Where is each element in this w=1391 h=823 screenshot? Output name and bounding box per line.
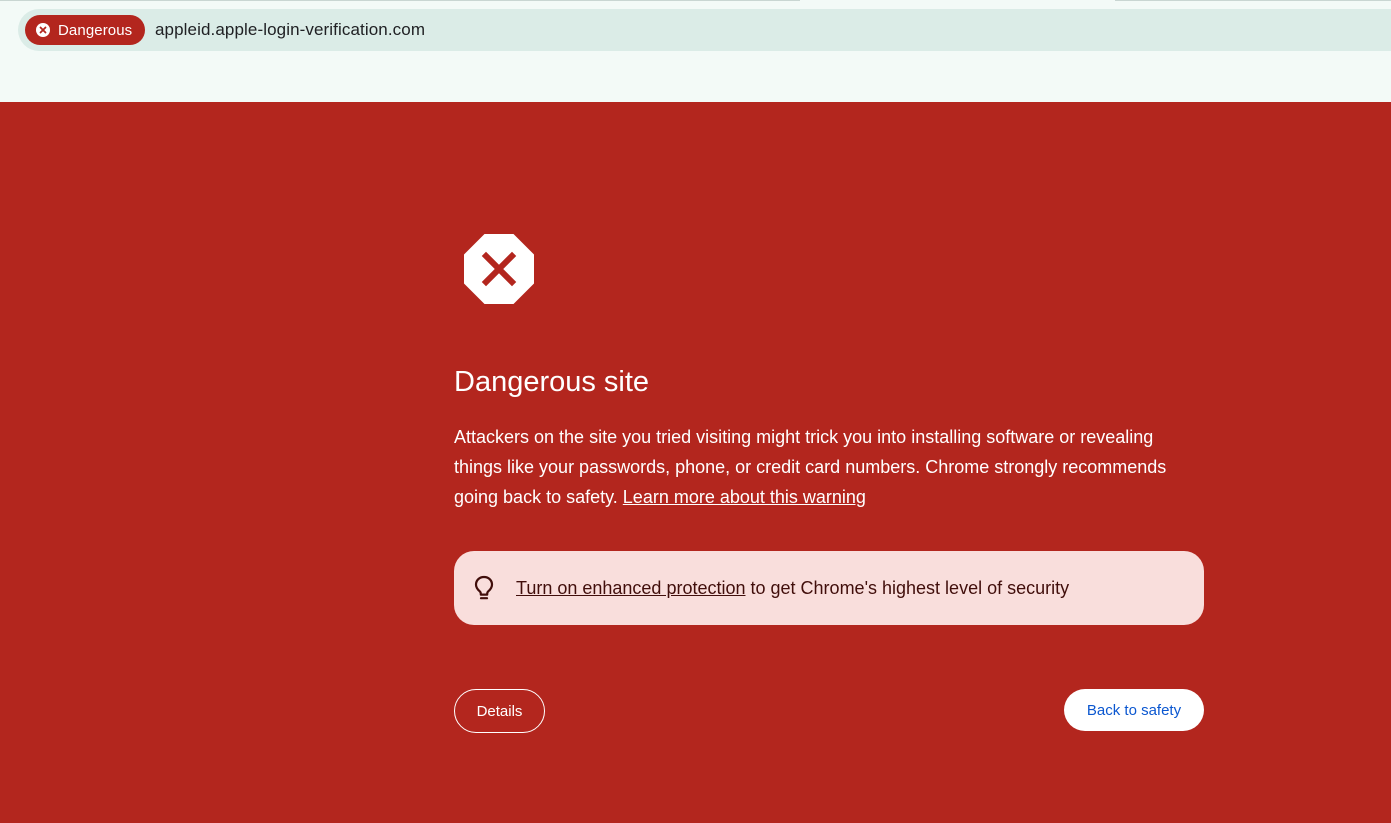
details-button[interactable]: Details <box>454 689 545 733</box>
tip-text: Turn on enhanced protection to get Chrom… <box>516 578 1069 599</box>
tab-strip <box>0 0 1391 9</box>
url-text[interactable]: appleid.apple-login-verification.com <box>155 20 425 40</box>
browser-toolbar: Dangerous appleid.apple-login-verificati… <box>0 0 1391 102</box>
enhanced-protection-link[interactable]: Turn on enhanced protection <box>516 578 746 598</box>
back-to-safety-button[interactable]: Back to safety <box>1064 689 1204 731</box>
security-chip-label: Dangerous <box>58 21 133 39</box>
safe-browsing-interstitial: Dangerous site Attackers on the site you… <box>0 102 1391 823</box>
enhanced-protection-tip: Turn on enhanced protection to get Chrom… <box>454 551 1204 625</box>
page-title: Dangerous site <box>454 366 650 398</box>
error-x-circle-icon <box>36 23 50 37</box>
learn-more-link[interactable]: Learn more about this warning <box>623 487 866 507</box>
security-chip-dangerous[interactable]: Dangerous <box>25 15 145 45</box>
warning-description: Attackers on the site you tried visiting… <box>454 422 1204 512</box>
address-bar[interactable]: Dangerous appleid.apple-login-verificati… <box>18 9 1391 51</box>
tip-suffix-text: to get Chrome's highest level of securit… <box>750 577 1070 598</box>
tab-divider <box>1115 0 1391 1</box>
stop-octagon-x-icon <box>464 234 534 304</box>
lightbulb-icon <box>474 575 494 600</box>
tab-divider <box>0 0 800 1</box>
